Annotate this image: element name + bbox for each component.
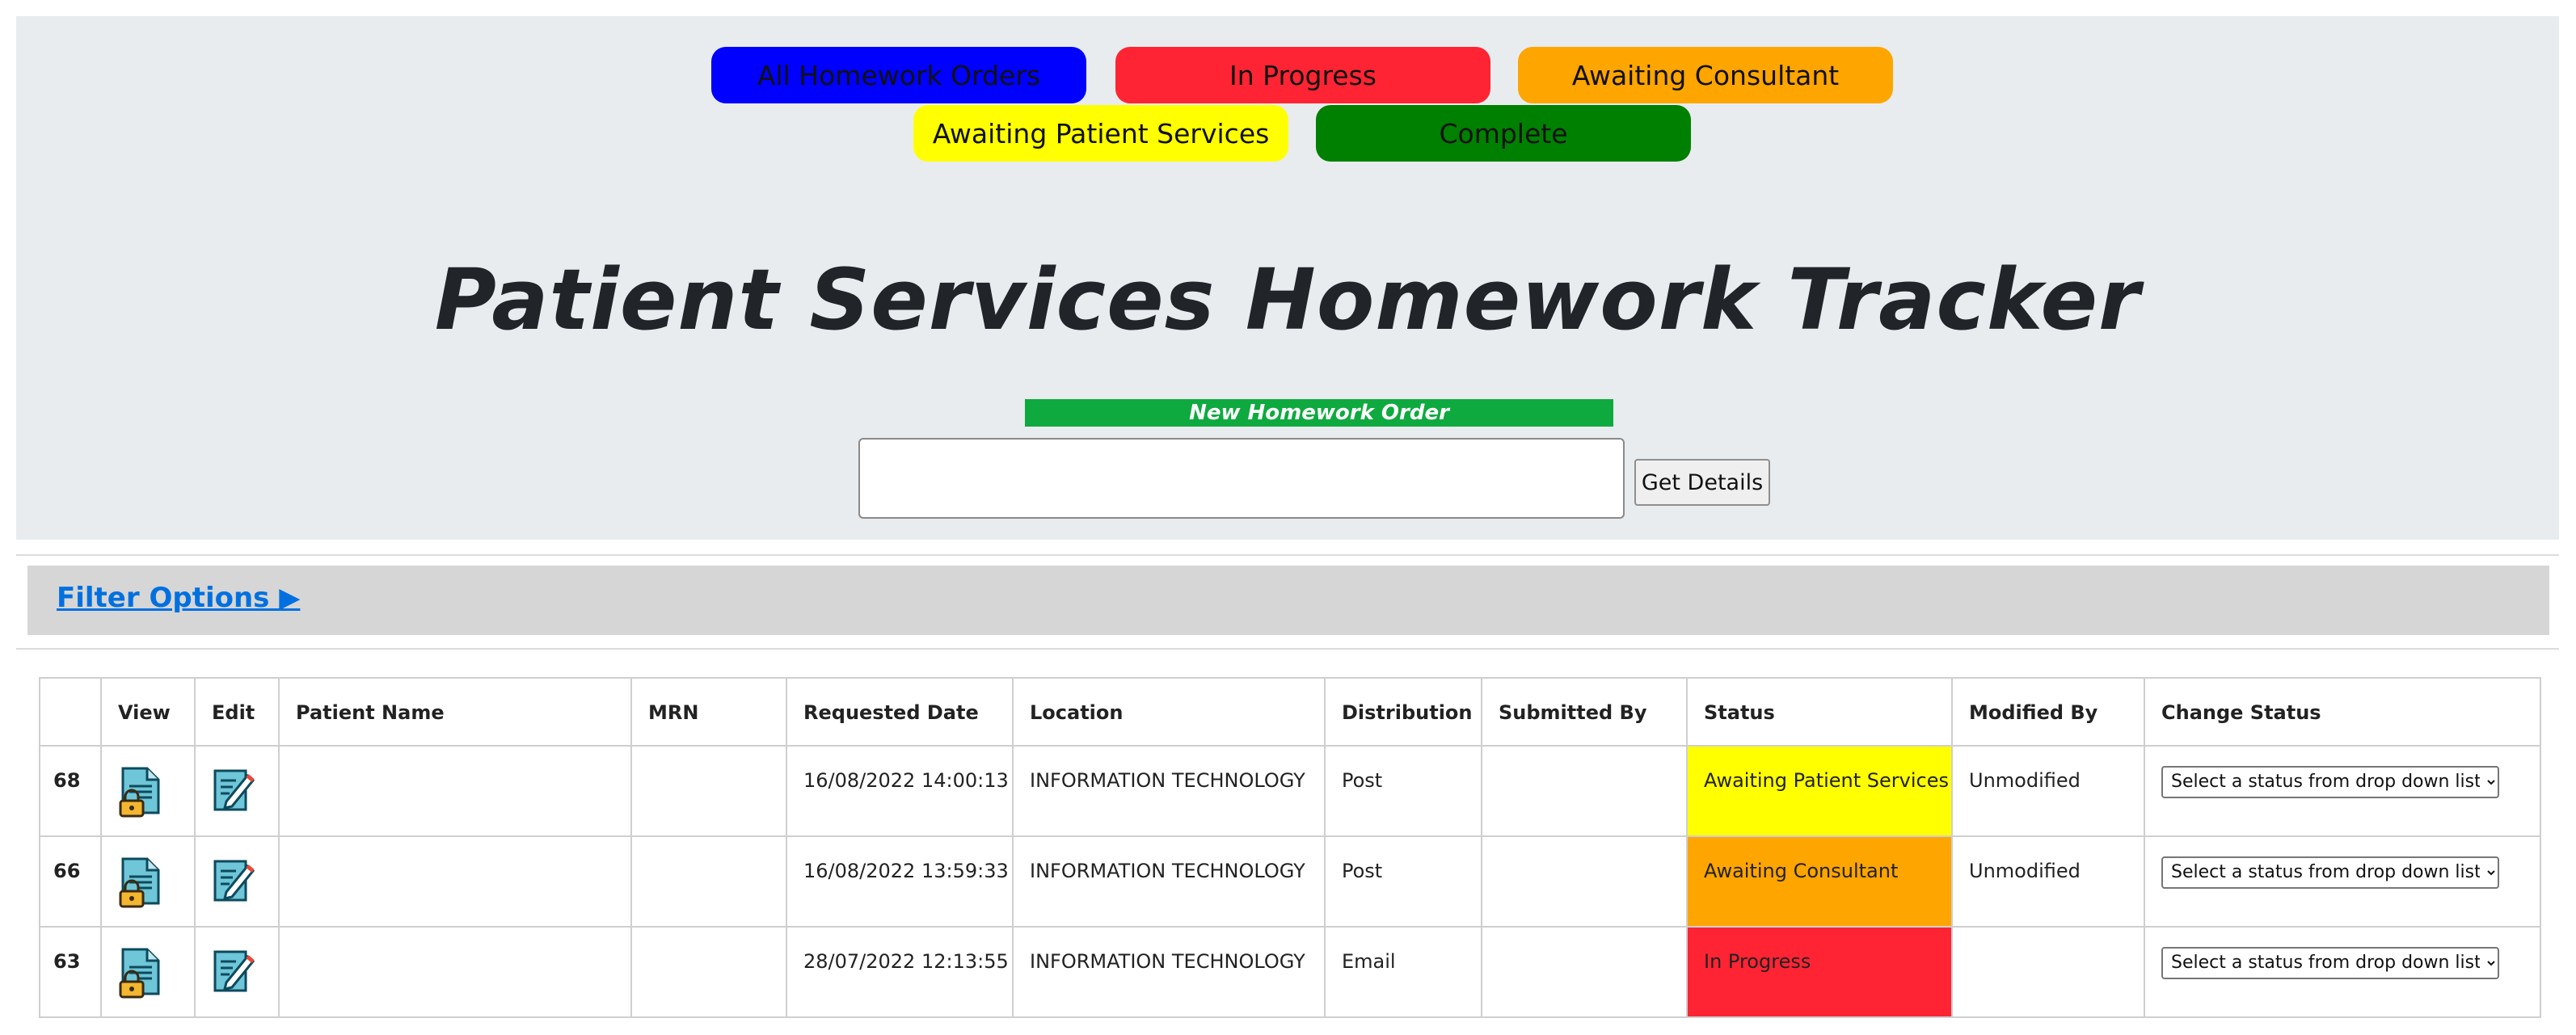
table-header-row: View Edit Patient Name MRN Requested Dat…	[39, 677, 2541, 747]
status-cell: Awaiting Consultant	[1686, 835, 1953, 928]
edit-document-icon[interactable]	[212, 947, 262, 999]
column-header-location: Location	[1012, 677, 1326, 747]
change-status-select[interactable]: Select a status from drop down list	[2161, 946, 2499, 979]
column-header-modified-by: Modified By	[1951, 677, 2145, 747]
view-cell	[100, 835, 196, 928]
locked-document-icon[interactable]	[118, 856, 178, 913]
column-header-change-status: Change Status	[2144, 677, 2541, 747]
change-status-cell: Select a status from drop down list	[2144, 745, 2541, 837]
edit-document-icon[interactable]	[212, 766, 262, 818]
order-id: 68	[39, 745, 102, 837]
view-cell	[100, 745, 196, 837]
edit-cell	[194, 745, 280, 837]
distribution-cell: Email	[1324, 926, 1482, 1018]
location-cell: INFORMATION TECHNOLOGY	[1012, 926, 1326, 1018]
patient-name-cell	[278, 835, 632, 928]
page-title: Patient Services Homework Tracker	[434, 250, 2141, 349]
status-cell: Awaiting Patient Services	[1686, 745, 1953, 837]
edit-cell	[194, 835, 280, 928]
location-cell: INFORMATION TECHNOLOGY	[1012, 835, 1326, 928]
column-header-mrn: MRN	[630, 677, 787, 747]
requested-date-cell: 16/08/2022 14:00:13	[786, 745, 1014, 837]
mrn-cell	[630, 835, 787, 928]
all-homework-orders-button[interactable]: All Homework Orders	[711, 47, 1086, 103]
new-homework-order-input[interactable]	[858, 438, 1625, 519]
modified-by-cell: Unmodified	[1951, 745, 2145, 837]
column-header-patient-name: Patient Name	[278, 677, 632, 747]
distribution-cell: Post	[1324, 745, 1482, 837]
in-progress-button[interactable]: In Progress	[1115, 47, 1490, 103]
filter-bar: Filter Options ▶	[27, 566, 2549, 635]
column-header-submitted-by: Submitted By	[1481, 677, 1688, 747]
patient-name-cell	[278, 926, 632, 1018]
divider-top	[16, 554, 2559, 556]
submitted-by-cell	[1481, 926, 1688, 1018]
distribution-cell: Post	[1324, 835, 1482, 928]
location-cell: INFORMATION TECHNOLOGY	[1012, 745, 1326, 837]
table-row: 63 28/07/2022 12:13:55 INFORMATION TECHN…	[39, 926, 2541, 1018]
awaiting-patient-services-button[interactable]: Awaiting Patient Services	[913, 105, 1288, 162]
change-status-select[interactable]: Select a status from drop down list	[2161, 765, 2499, 798]
locked-document-icon[interactable]	[118, 947, 178, 1003]
column-header-status: Status	[1686, 677, 1953, 747]
edit-document-icon[interactable]	[212, 856, 262, 908]
submitted-by-cell	[1481, 745, 1688, 837]
column-header-id	[39, 677, 102, 747]
modified-by-cell: Unmodified	[1951, 835, 2145, 928]
header-panel: All Homework Orders In Progress Awaiting…	[16, 16, 2559, 540]
mrn-cell	[630, 926, 787, 1018]
awaiting-consultant-button[interactable]: Awaiting Consultant	[1518, 47, 1893, 103]
mrn-cell	[630, 745, 787, 837]
new-homework-order-label: New Homework Order	[1025, 399, 1613, 427]
modified-by-cell	[1951, 926, 2145, 1018]
requested-date-cell: 16/08/2022 13:59:33	[786, 835, 1014, 928]
change-status-select[interactable]: Select a status from drop down list	[2161, 856, 2499, 889]
column-header-view: View	[100, 677, 196, 747]
requested-date-cell: 28/07/2022 12:13:55	[786, 926, 1014, 1018]
column-header-distribution: Distribution	[1324, 677, 1482, 747]
homework-orders-table: View Edit Patient Name MRN Requested Dat…	[39, 677, 2541, 1018]
table-row: 66 16/08/2022 13:59:33 INFORMATION TECHN…	[39, 835, 2541, 928]
view-cell	[100, 926, 196, 1018]
filter-options-link[interactable]: Filter Options ▶	[57, 582, 300, 614]
submitted-by-cell	[1481, 835, 1688, 928]
divider-bottom	[16, 648, 2559, 650]
get-details-button[interactable]: Get Details	[1634, 459, 1770, 506]
change-status-cell: Select a status from drop down list	[2144, 926, 2541, 1018]
column-header-edit: Edit	[194, 677, 280, 747]
edit-cell	[194, 926, 280, 1018]
order-id: 66	[39, 835, 102, 928]
table-row: 68 16/08/2022 14:00:13 INFORMATION TECHN…	[39, 745, 2541, 837]
locked-document-icon[interactable]	[118, 766, 178, 823]
order-id: 63	[39, 926, 102, 1018]
change-status-cell: Select a status from drop down list	[2144, 835, 2541, 928]
column-header-requested-date: Requested Date	[786, 677, 1014, 747]
complete-button[interactable]: Complete	[1316, 105, 1691, 162]
patient-name-cell	[278, 745, 632, 837]
status-cell: In Progress	[1686, 926, 1953, 1018]
